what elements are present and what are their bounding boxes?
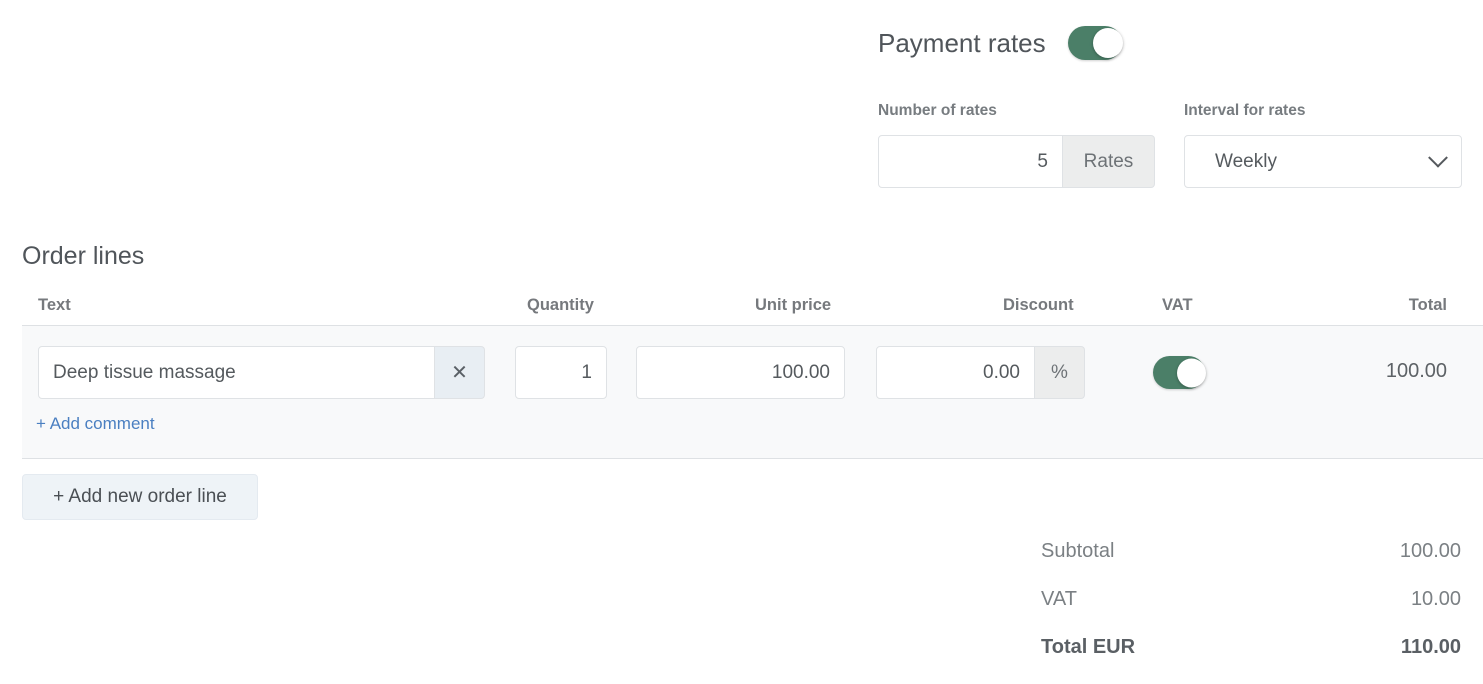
column-header-discount: Discount (1003, 296, 1074, 314)
totals-row-subtotal: Subtotal 100.00 (1041, 540, 1461, 588)
column-header-unit-price: Unit price (755, 296, 832, 314)
interval-for-rates-value: Weekly (1215, 150, 1277, 172)
order-line-quantity-input[interactable]: 1 (515, 346, 607, 399)
column-header-total: Total (1408, 296, 1447, 314)
totals-row-vat: VAT 10.00 (1041, 588, 1461, 636)
column-header-quantity: Quantity (527, 296, 594, 314)
totals-value: 10.00 (1410, 588, 1461, 610)
interval-for-rates-select[interactable]: Weekly (1184, 135, 1462, 188)
add-new-order-line-button[interactable]: + Add new order line (22, 474, 258, 520)
payment-rates-title: Payment rates (878, 28, 1046, 58)
order-line-discount-input[interactable]: 0.00 (876, 346, 1035, 399)
totals-label: Total EUR (1041, 636, 1136, 658)
percent-addon: % (1035, 346, 1085, 399)
order-line-discount-group: 0.00 % (876, 346, 1085, 399)
close-icon[interactable]: ✕ (435, 346, 485, 399)
chevron-down-icon (1428, 147, 1448, 168)
order-line-text-input[interactable]: Deep tissue massage (38, 346, 435, 399)
add-comment-link[interactable]: + Add comment (36, 415, 155, 432)
number-of-rates-group: 5 Rates (878, 135, 1155, 188)
totals-row-grand-total: Total EUR 110.00 (1041, 636, 1461, 684)
payment-rates-header: Payment rates (878, 26, 1123, 60)
column-header-text: Text (38, 296, 71, 314)
totals-label: Subtotal (1041, 540, 1115, 562)
order-form-page: Payment rates Number of rates 5 Rates In… (0, 0, 1483, 668)
toggle-knob (1092, 28, 1123, 58)
order-line-vat-toggle[interactable] (1153, 356, 1206, 389)
totals-value: 100.00 (1399, 540, 1461, 562)
payment-rates-toggle[interactable] (1067, 26, 1123, 60)
order-line-text-group: Deep tissue massage ✕ (38, 346, 485, 399)
column-header-vat: VAT (1162, 296, 1193, 314)
toggle-knob (1177, 358, 1206, 387)
totals-value: 110.00 (1400, 636, 1461, 658)
totals-label: VAT (1041, 588, 1077, 610)
totals-summary: Subtotal 100.00 VAT 10.00 Total EUR 110.… (1041, 540, 1461, 684)
number-of-rates-input[interactable]: 5 (878, 135, 1063, 188)
interval-for-rates-label: Interval for rates (1184, 102, 1306, 119)
number-of-rates-addon: Rates (1063, 135, 1155, 188)
order-line-unit-price-input[interactable]: 100.00 (636, 346, 845, 399)
order-line-total: 100.00 (1385, 360, 1447, 382)
number-of-rates-label: Number of rates (878, 102, 997, 119)
order-lines-title: Order lines (22, 242, 145, 270)
